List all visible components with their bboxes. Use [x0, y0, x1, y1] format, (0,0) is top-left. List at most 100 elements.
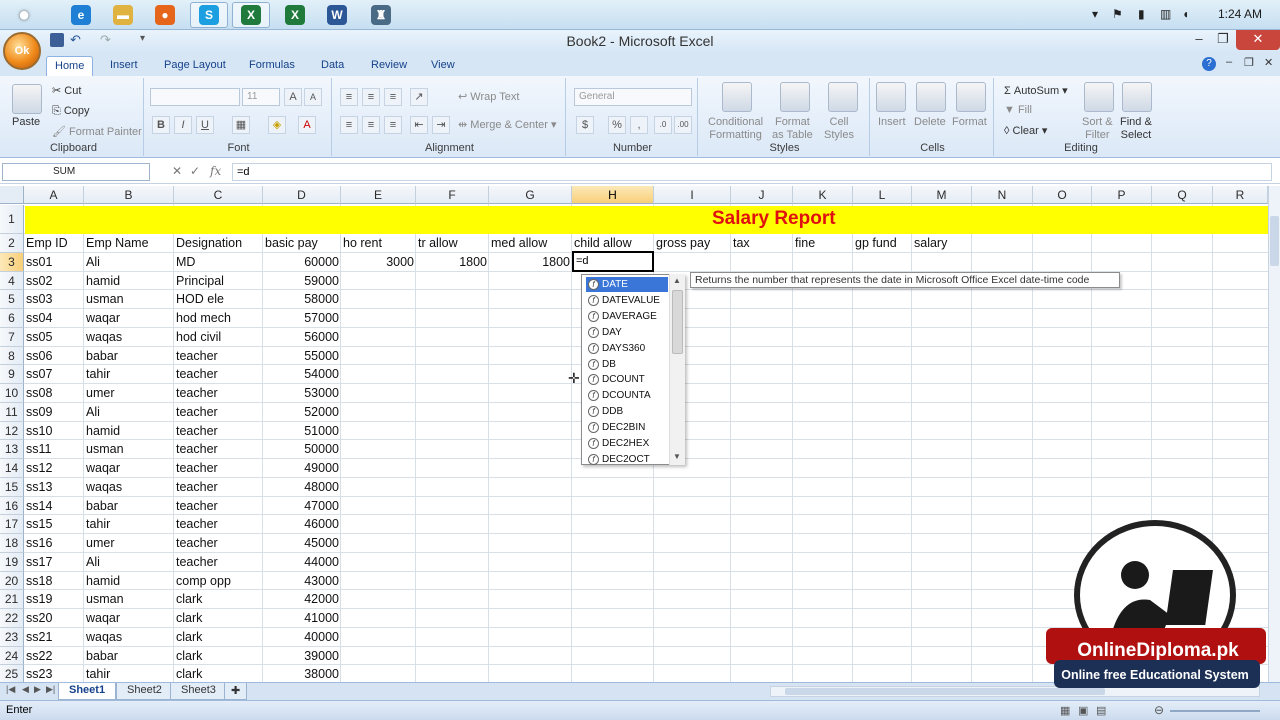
help-icon[interactable]: ?	[1202, 57, 1216, 71]
tray-chevron-icon[interactable]: ▾	[1092, 7, 1098, 21]
designation-cell[interactable]: teacher	[174, 553, 263, 572]
row-header-24[interactable]: 24	[0, 646, 24, 666]
basic-pay-cell[interactable]: 48000	[263, 478, 341, 497]
emp-id-cell[interactable]: ss06	[24, 347, 84, 366]
basic-pay-cell[interactable]: 42000	[263, 590, 341, 609]
basic-pay-cell[interactable]: 44000	[263, 553, 341, 572]
last-sheet-icon[interactable]: ▶|	[46, 684, 55, 695]
format-as-table-icon[interactable]	[780, 82, 810, 112]
tab-view[interactable]: View	[423, 56, 463, 76]
delete-cells-icon[interactable]	[916, 82, 946, 112]
taskbar-button-5[interactable]: X	[232, 2, 270, 28]
emp-name-cell[interactable]: usman	[84, 440, 174, 459]
header-cell[interactable]: basic pay	[263, 234, 341, 253]
windows-start-icon[interactable]: ●	[6, 2, 42, 28]
autocomplete-item[interactable]: f DEC2HEX	[586, 436, 668, 451]
designation-cell[interactable]: Principal	[174, 272, 263, 291]
designation-cell[interactable]: teacher	[174, 440, 263, 459]
emp-id-cell[interactable]: ss19	[24, 590, 84, 609]
emp-id-cell[interactable]: ss20	[24, 609, 84, 628]
emp-name-cell[interactable]: waqas	[84, 478, 174, 497]
font-name-select[interactable]	[150, 88, 240, 106]
battery-icon[interactable]: ▮	[1138, 7, 1145, 21]
emp-name-cell[interactable]: waqas	[84, 628, 174, 647]
row-header-13[interactable]: 13	[0, 440, 24, 459]
row-header-21[interactable]: 21	[0, 590, 24, 609]
taskbar-button-2[interactable]: ▬	[104, 2, 142, 28]
basic-pay-cell[interactable]: 39000	[263, 647, 341, 666]
sheet-tab-sheet2[interactable]: Sheet2	[116, 683, 173, 700]
column-header-m[interactable]: M	[912, 186, 972, 204]
designation-cell[interactable]: hod civil	[174, 328, 263, 347]
basic-pay-cell[interactable]: 57000	[263, 309, 341, 328]
basic-pay-cell[interactable]: 49000	[263, 459, 341, 478]
designation-cell[interactable]: teacher	[174, 497, 263, 516]
emp-name-cell[interactable]: hamid	[84, 572, 174, 591]
row-header-2[interactable]: 2	[0, 234, 24, 253]
format-cells-button[interactable]: Format	[952, 116, 987, 128]
row-header-12[interactable]: 12	[0, 421, 24, 441]
header-cell[interactable]: salary	[912, 234, 972, 253]
zoom-out-icon[interactable]: ⊖	[1154, 703, 1164, 717]
prev-sheet-icon[interactable]: ◀	[22, 684, 29, 695]
row-header-4[interactable]: 4	[0, 271, 24, 291]
taskbar-button-6[interactable]: X	[276, 2, 314, 28]
basic-pay-cell[interactable]: 56000	[263, 328, 341, 347]
column-header-q[interactable]: Q	[1152, 186, 1213, 204]
underline-button[interactable]: U	[196, 116, 214, 134]
sort-filter-button[interactable]: Sort & Filter	[1082, 116, 1113, 142]
emp-name-cell[interactable]: umer	[84, 384, 174, 403]
basic-pay-cell[interactable]: 45000	[263, 534, 341, 553]
zoom-slider[interactable]	[1170, 710, 1260, 712]
network-icon[interactable]: ▥	[1160, 7, 1171, 21]
cell-styles-icon[interactable]	[828, 82, 858, 112]
format-as-table-button[interactable]: Format as Table	[772, 116, 813, 142]
header-cell[interactable]: tax	[731, 234, 793, 253]
header-cell[interactable]: ho rent	[341, 234, 416, 253]
column-header-c[interactable]: C	[174, 186, 263, 204]
emp-name-cell[interactable]: waqar	[84, 609, 174, 628]
delete-cells-button[interactable]: Delete	[914, 116, 946, 128]
emp-name-cell[interactable]: babar	[84, 497, 174, 516]
designation-cell[interactable]: clark	[174, 609, 263, 628]
designation-cell[interactable]: clark	[174, 647, 263, 666]
basic-pay-cell[interactable]: 53000	[263, 384, 341, 403]
taskbar-button-7[interactable]: W	[318, 2, 356, 28]
paste-icon[interactable]	[12, 84, 42, 114]
basic-pay-cell[interactable]: 50000	[263, 440, 341, 459]
emp-id-cell[interactable]: ss18	[24, 572, 84, 591]
designation-cell[interactable]: teacher	[174, 515, 263, 534]
format-cells-icon[interactable]	[956, 82, 986, 112]
insert-function-icon[interactable]: fx	[210, 164, 221, 178]
emp-id-cell[interactable]: ss09	[24, 403, 84, 422]
column-header-h[interactable]: H	[572, 186, 654, 204]
align-bottom-icon[interactable]: ≡	[384, 88, 402, 106]
emp-id-cell[interactable]: ss14	[24, 497, 84, 516]
volume-icon[interactable]: ◖	[1182, 7, 1189, 21]
salary-report-title[interactable]: Salary Report	[712, 208, 836, 230]
increase-decimal-icon[interactable]: .0	[654, 116, 672, 134]
emp-name-cell[interactable]: tahir	[84, 365, 174, 384]
merge-center-button[interactable]: ⇹ Merge & Center ▾	[458, 118, 557, 131]
emp-id-cell[interactable]: ss17	[24, 553, 84, 572]
active-cell-h3[interactable]: =d	[572, 251, 654, 272]
basic-pay-cell[interactable]: 40000	[263, 628, 341, 647]
emp-id-cell[interactable]: ss15	[24, 515, 84, 534]
designation-cell[interactable]: comp opp	[174, 572, 263, 591]
basic-pay-cell[interactable]: 43000	[263, 572, 341, 591]
emp-id-cell[interactable]: ss11	[24, 440, 84, 459]
emp-name-cell[interactable]: Ali	[84, 253, 174, 272]
emp-name-cell[interactable]: tahir	[84, 665, 174, 682]
column-header-b[interactable]: B	[84, 186, 174, 204]
emp-id-cell[interactable]: ss07	[24, 365, 84, 384]
borders-icon[interactable]: ▦	[232, 116, 250, 134]
scroll-down-icon[interactable]: ▼	[673, 452, 681, 461]
conditional-formatting-button[interactable]: Conditional Formatting	[708, 116, 763, 142]
autocomplete-item[interactable]: f DDB	[586, 404, 668, 419]
row-header-5[interactable]: 5	[0, 290, 24, 309]
ribbon-close-icon[interactable]: ✕	[1264, 56, 1273, 69]
minimize-icon[interactable]: –	[1186, 30, 1212, 50]
emp-id-cell[interactable]: ss08	[24, 384, 84, 403]
row-header-20[interactable]: 20	[0, 571, 24, 591]
emp-name-cell[interactable]: Ali	[84, 403, 174, 422]
